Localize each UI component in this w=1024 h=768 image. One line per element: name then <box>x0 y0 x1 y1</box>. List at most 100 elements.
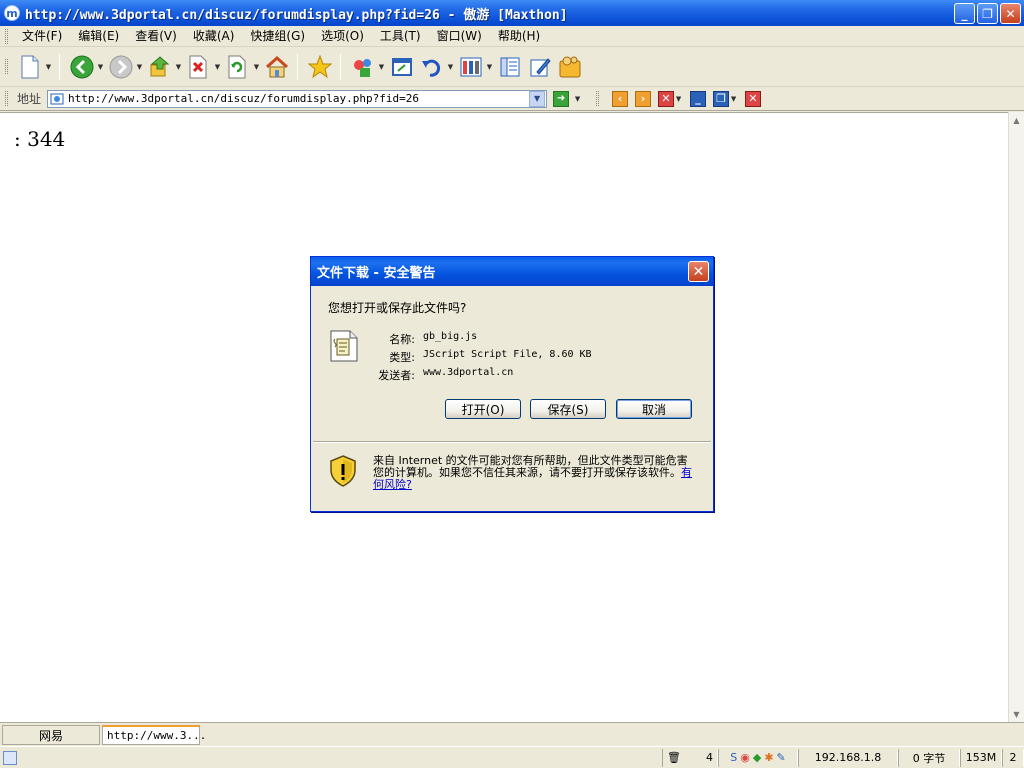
minimize-button[interactable]: _ <box>954 3 975 24</box>
toolbar-separator <box>297 53 298 80</box>
close-tab-icon[interactable]: ✕ <box>658 90 675 107</box>
new-page-icon[interactable] <box>16 53 44 81</box>
address-dropdown-icon[interactable]: ▼ <box>529 90 546 107</box>
refresh-icon[interactable] <box>224 53 252 81</box>
sender-label: 发送者: <box>378 369 415 382</box>
tab-netease[interactable]: 网易 <box>2 725 100 745</box>
save-button[interactable]: 保存(S) <box>530 399 606 419</box>
menubar-grip[interactable] <box>5 28 8 44</box>
restore-button[interactable]: ❐ <box>977 3 998 24</box>
home-icon[interactable] <box>263 53 291 81</box>
close-tab-dropdown-icon[interactable]: ▼ <box>674 91 683 107</box>
proxy-icon[interactable]: ◆ <box>753 751 761 764</box>
menu-edit[interactable]: 编辑(E) <box>70 26 127 47</box>
type-value: JScript Script File, 8.60 KB <box>423 349 592 360</box>
close-window-button[interactable]: ✕ <box>1000 3 1021 24</box>
group-dropdown-icon[interactable]: ▼ <box>377 53 386 81</box>
undo-dropdown-icon[interactable]: ▼ <box>446 53 455 81</box>
window-title: http://www.3dportal.cn/discuz/forumdispl… <box>25 7 568 23</box>
vertical-scrollbar[interactable]: ▲ ▼ <box>1008 112 1024 722</box>
close-all-icon[interactable]: ✕ <box>745 90 762 107</box>
go-dropdown-icon[interactable]: ▼ <box>573 91 582 107</box>
restore-tab-icon[interactable]: ❐ <box>713 90 730 107</box>
menu-groups[interactable]: 快捷组(G) <box>242 26 313 47</box>
forward-dropdown-icon[interactable]: ▼ <box>135 53 144 81</box>
type-label: 类型: <box>389 351 415 364</box>
dialog-title: 文件下载 - 安全警告 <box>317 266 436 281</box>
main-toolbar: ▼ ▼ ▼ ▼ ▼ ▼ ▼ ▼ ▼ <box>0 47 1024 87</box>
maxthon-logo-icon: m <box>4 5 20 21</box>
sidebar-list-icon[interactable] <box>496 53 524 81</box>
ad-block-icon[interactable]: ◉ <box>740 751 750 764</box>
edit-page-icon[interactable] <box>526 53 554 81</box>
info-sender-row: 发送者: www.3dportal.cn <box>313 367 513 383</box>
back-icon[interactable] <box>68 53 96 81</box>
status-bytes: 0 字节 <box>898 748 960 767</box>
refresh-dropdown-icon[interactable]: ▼ <box>252 53 261 81</box>
dialog-close-button[interactable]: ✕ <box>688 261 709 282</box>
undo-close-icon[interactable] <box>418 53 446 81</box>
columns-dropdown-icon[interactable]: ▼ <box>485 53 494 81</box>
group-folder-icon[interactable] <box>556 53 584 81</box>
cancel-button[interactable]: 取消 <box>616 399 692 419</box>
prev-tab-icon[interactable]: ‹ <box>612 90 629 107</box>
stop-dropdown-icon[interactable]: ▼ <box>213 53 222 81</box>
status-bar: 🗑 4 S ◉ ◆ ✱ ✎ 192.168.1.8 0 字节 153M 2 <box>0 746 1024 768</box>
addressbar-grip[interactable] <box>5 91 8 106</box>
address-input[interactable] <box>68 92 530 105</box>
page-favicon-icon <box>50 93 64 104</box>
up-level-icon[interactable] <box>146 53 174 81</box>
plugin-icon[interactable]: ✱ <box>764 751 773 764</box>
warning-text: 来自 Internet 的文件可能对您有所帮助，但此文件类型可能危害您的计算机。… <box>373 455 693 491</box>
toolbar-separator <box>59 53 60 80</box>
menu-view[interactable]: 查看(V) <box>127 26 185 47</box>
window-titlebar[interactable]: m http://www.3dportal.cn/discuz/forumdis… <box>0 0 1024 26</box>
scroll-down-icon[interactable]: ▼ <box>1009 706 1024 722</box>
dialog-question: 您想打开或保存此文件吗? <box>328 301 467 315</box>
dialog-titlebar[interactable]: 文件下载 - 安全警告 ✕ <box>311 257 713 286</box>
menu-tools[interactable]: 工具(T) <box>372 26 429 47</box>
go-button[interactable]: ➜ <box>553 90 570 107</box>
tab-bar: 网易 http://www.3... <box>0 722 1024 746</box>
minimize-tab-icon[interactable]: _ <box>690 90 707 107</box>
security-shield-icon <box>330 455 356 487</box>
back-dropdown-icon[interactable]: ▼ <box>96 53 105 81</box>
status-trash-cell[interactable]: 🗑 4 <box>662 748 718 767</box>
forward-icon[interactable] <box>107 53 135 81</box>
info-name-row: 名称: gb_big.js <box>313 331 477 347</box>
columns-icon[interactable] <box>457 53 485 81</box>
tab-3dportal[interactable]: http://www.3... <box>102 725 206 745</box>
addressbar-grip-2[interactable] <box>596 91 600 106</box>
open-button[interactable]: 打开(O) <box>445 399 521 419</box>
address-label: 地址 <box>17 92 42 106</box>
page-status-icon <box>3 750 17 765</box>
restore-tab-dropdown-icon[interactable]: ▼ <box>729 91 738 107</box>
name-label: 名称: <box>389 333 415 346</box>
window-switch-icon[interactable] <box>388 53 416 81</box>
address-box: ▼ <box>47 89 548 108</box>
address-bar: 地址 ▼ ➜ ▼ ‹ › ✕ ▼ _ ❐ ▼ ✕ <box>0 87 1024 111</box>
favorites-star-icon[interactable] <box>306 53 334 81</box>
name-value: gb_big.js <box>423 331 478 342</box>
menu-favorites[interactable]: 收藏(A) <box>185 26 243 47</box>
menu-window[interactable]: 窗口(W) <box>429 26 490 47</box>
warning-message: 来自 Internet 的文件可能对您有所帮助，但此文件类型可能危害您的计算机。… <box>373 454 688 479</box>
toolbar-grip[interactable] <box>5 59 8 74</box>
scroll-up-icon[interactable]: ▲ <box>1009 112 1024 128</box>
stop-icon[interactable] <box>185 53 213 81</box>
edit-icon[interactable]: ✎ <box>777 751 786 764</box>
up-dropdown-icon[interactable]: ▼ <box>174 53 183 81</box>
menu-file[interactable]: 文件(F) <box>14 26 70 47</box>
window-controls: _ ❐ ✕ <box>954 3 1021 24</box>
menu-options[interactable]: 选项(O) <box>313 26 372 47</box>
group-tools-icon[interactable] <box>349 53 377 81</box>
next-tab-icon[interactable]: › <box>635 90 652 107</box>
menu-help[interactable]: 帮助(H) <box>490 26 548 47</box>
info-type-row: 类型: JScript Script File, 8.60 KB <box>313 349 592 365</box>
status-ip: 192.168.1.8 <box>798 748 898 767</box>
toolbar-separator <box>340 53 341 80</box>
popup-block-icon[interactable]: S <box>730 751 737 764</box>
status-last: 2 <box>1002 748 1024 767</box>
dialog-separator <box>313 441 711 443</box>
new-page-dropdown-icon[interactable]: ▼ <box>44 53 53 81</box>
